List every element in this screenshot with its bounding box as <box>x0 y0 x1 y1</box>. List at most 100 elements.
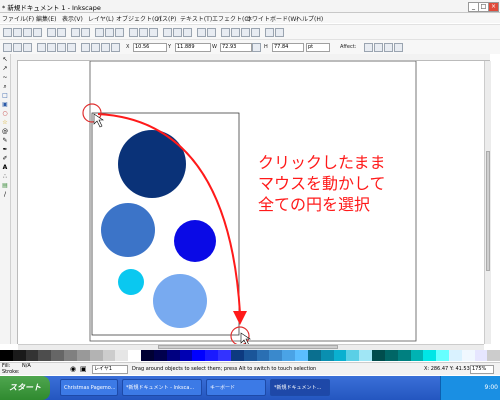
circle-light-blue[interactable] <box>153 274 207 328</box>
circle-medium-blue[interactable] <box>101 203 155 257</box>
palette-swatch[interactable] <box>179 350 193 361</box>
document-properties-icon[interactable] <box>275 28 284 37</box>
group-icon[interactable] <box>197 28 206 37</box>
palette-swatch[interactable] <box>141 350 154 361</box>
palette-swatch[interactable] <box>410 350 424 361</box>
calligraphy-tool-icon[interactable]: ✐ <box>1 155 9 162</box>
circle-cyan[interactable] <box>118 269 144 295</box>
palette-swatch[interactable] <box>397 350 411 361</box>
palette-swatch[interactable] <box>359 350 373 361</box>
export-icon[interactable] <box>57 28 66 37</box>
undo-icon[interactable] <box>71 28 80 37</box>
palette-swatch[interactable] <box>102 350 116 361</box>
palette-swatch[interactable] <box>256 350 270 361</box>
task-item-active[interactable]: *新規ドキュメント... <box>270 379 330 396</box>
palette-swatch[interactable] <box>166 350 180 361</box>
palette-swatch[interactable] <box>282 350 296 361</box>
spray-tool-icon[interactable]: ∴ <box>1 173 9 180</box>
palette-swatch[interactable] <box>153 350 167 361</box>
new-document-icon[interactable] <box>3 28 12 37</box>
layer-select[interactable]: レイヤ1 <box>92 365 128 374</box>
zoom-in-icon[interactable] <box>129 28 138 37</box>
menu-file[interactable]: ファイル(F) <box>2 14 34 23</box>
spiral-tool-icon[interactable]: @ <box>1 128 9 135</box>
palette-swatch[interactable] <box>461 350 475 361</box>
select-all-layers-icon[interactable] <box>13 43 22 52</box>
start-button[interactable]: スタート <box>0 376 50 400</box>
3d-box-tool-icon[interactable]: ▣ <box>1 101 9 108</box>
lower-to-bottom-icon[interactable] <box>111 43 120 52</box>
eye-icon[interactable]: ◉ <box>70 365 76 373</box>
ungroup-icon[interactable] <box>207 28 216 37</box>
vertical-scrollbar[interactable] <box>484 61 491 344</box>
scale-corners-icon[interactable] <box>374 43 383 52</box>
fill-stroke-icon[interactable] <box>221 28 230 37</box>
palette-swatch[interactable] <box>243 350 257 361</box>
print-icon[interactable] <box>33 28 42 37</box>
zoom-tool-icon[interactable]: ⌕ <box>1 83 9 90</box>
vertical-scroll-thumb[interactable] <box>486 151 490 271</box>
transform-gradients-icon[interactable] <box>384 43 393 52</box>
preferences-icon[interactable] <box>265 28 274 37</box>
palette-swatch[interactable] <box>64 350 77 361</box>
copy-icon[interactable] <box>95 28 104 37</box>
clone-icon[interactable] <box>173 28 182 37</box>
raise-icon[interactable] <box>91 43 100 52</box>
dropper-tool-icon[interactable]: / <box>1 191 9 198</box>
palette-swatch[interactable] <box>218 350 231 361</box>
palette-swatch[interactable] <box>295 350 308 361</box>
circle-bright-blue[interactable] <box>174 220 216 262</box>
unit-select[interactable]: pt <box>306 43 330 52</box>
palette-swatch[interactable] <box>230 350 244 361</box>
lock-icon[interactable] <box>252 43 261 52</box>
rotate-cw-icon[interactable] <box>47 43 56 52</box>
redo-icon[interactable] <box>81 28 90 37</box>
text-tool-icon[interactable]: A <box>1 164 9 171</box>
palette-swatch[interactable] <box>205 350 219 361</box>
xml-editor-icon[interactable] <box>241 28 250 37</box>
palette-swatch[interactable] <box>0 350 13 361</box>
rotate-ccw-icon[interactable] <box>37 43 46 52</box>
ellipse-tool-icon[interactable]: ○ <box>1 110 9 117</box>
menu-layer[interactable]: レイヤ(L) <box>88 14 114 23</box>
unlink-clone-icon[interactable] <box>183 28 192 37</box>
text-font-icon[interactable] <box>231 28 240 37</box>
palette-swatch[interactable] <box>474 350 488 361</box>
pen-tool-icon[interactable]: ✒ <box>1 146 9 153</box>
import-icon[interactable] <box>47 28 56 37</box>
task-item[interactable]: Christmas Pagemo... <box>60 379 118 396</box>
w-field[interactable]: 72.93 <box>220 43 252 52</box>
zoom-field[interactable]: 175% <box>470 365 494 374</box>
palette-swatch[interactable] <box>269 350 283 361</box>
paste-icon[interactable] <box>115 28 124 37</box>
transform-patterns-icon[interactable] <box>394 43 403 52</box>
zoom-fit-icon[interactable] <box>149 28 158 37</box>
palette-swatch[interactable] <box>192 350 206 361</box>
close-button[interactable]: × <box>488 2 499 12</box>
tweak-tool-icon[interactable]: ~ <box>1 74 9 81</box>
drawing-canvas[interactable] <box>18 60 484 347</box>
align-icon[interactable] <box>251 28 260 37</box>
palette-swatch[interactable] <box>436 350 449 361</box>
y-field[interactable]: 11.889 <box>175 43 211 52</box>
palette-swatch[interactable] <box>89 350 103 361</box>
duplicate-icon[interactable] <box>163 28 172 37</box>
palette-swatch[interactable] <box>384 350 398 361</box>
task-item[interactable]: *新規ドキュメント - Inksca... <box>122 379 202 396</box>
menu-help[interactable]: ヘルプ(H) <box>296 14 323 23</box>
palette-swatch[interactable] <box>51 350 65 361</box>
palette-swatch[interactable] <box>307 350 321 361</box>
lock-layer-icon[interactable]: ▣ <box>80 365 87 373</box>
palette-swatch[interactable] <box>372 350 385 361</box>
palette-swatch[interactable] <box>25 350 39 361</box>
menu-edit[interactable]: 編集(E) <box>36 14 56 23</box>
pencil-tool-icon[interactable]: ✎ <box>1 137 9 144</box>
open-icon[interactable] <box>13 28 22 37</box>
node-tool-icon[interactable]: ↗ <box>1 65 9 72</box>
select-all-icon[interactable] <box>3 43 12 52</box>
selector-tool-icon[interactable]: ↖ <box>1 56 9 63</box>
h-field[interactable]: 77.84 <box>272 43 304 52</box>
menu-object[interactable]: オブジェクト(O) <box>116 14 161 23</box>
palette-swatch[interactable] <box>128 350 142 361</box>
palette-swatch[interactable] <box>448 350 462 361</box>
